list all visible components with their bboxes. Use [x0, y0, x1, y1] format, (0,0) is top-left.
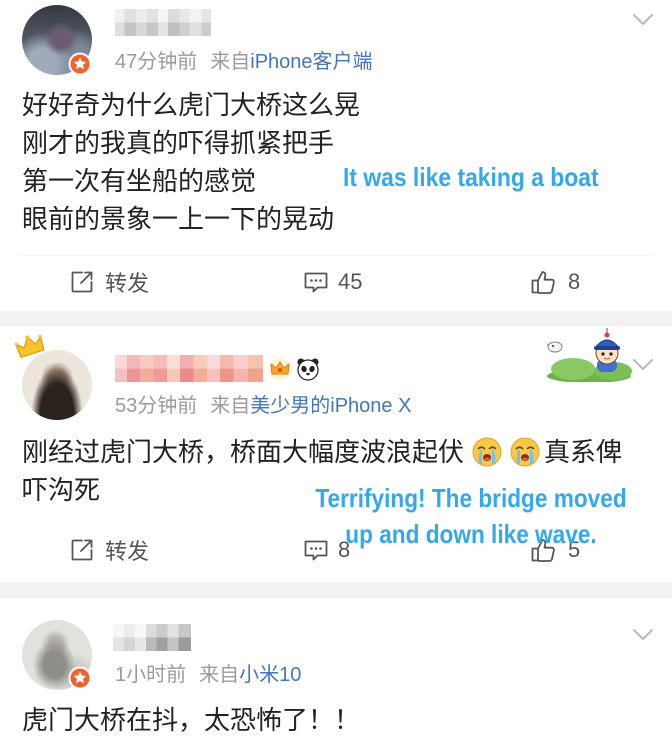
body-line: 刚才的我真的吓得抓紧把手 — [22, 128, 335, 158]
source-link[interactable]: 小米10 — [239, 664, 301, 686]
post-meta: 1小时前 来自小米10 — [115, 662, 301, 688]
avatar[interactable] — [22, 350, 92, 420]
repost-button[interactable]: 转发 — [70, 262, 149, 302]
body-text: 刚经过虎门大桥，桥面大幅度波浪起伏 — [22, 437, 465, 467]
chevron-down-icon[interactable] — [632, 13, 654, 27]
repost-label: 转发 — [105, 271, 150, 296]
post-separator — [0, 311, 672, 326]
post-time: 53分钟前 — [115, 395, 198, 417]
post-time: 47分钟前 — [115, 51, 198, 73]
post-meta: 53分钟前 来自美少男的iPhone X — [115, 393, 411, 419]
comment-icon — [303, 270, 329, 294]
body-line: 好好奇为什么虎门大桥这么晃 — [22, 90, 361, 120]
post-body: 虎门大桥在抖，太恐怖了！！ — [22, 701, 360, 739]
comment-post: 53分钟前 来自美少男的iPhone X 刚经过虎门大桥，桥面大幅度波浪起伏 真系… — [0, 326, 672, 582]
body-line: 第一次有坐船的感觉 — [22, 166, 257, 196]
share-icon — [70, 538, 94, 562]
username-blurred[interactable] — [115, 9, 211, 36]
verified-badge-icon — [68, 52, 92, 76]
body-line: 刚经过虎门大桥，桥面大幅度波浪起伏 真系俾 — [22, 433, 622, 471]
thumbs-up-icon — [530, 269, 556, 295]
source-prefix: 来自 — [199, 664, 240, 686]
comment-count: 45 — [338, 269, 363, 294]
cartoon-character-sticker — [545, 326, 633, 382]
comment-feed: 47分钟前 来自iPhone客户端 好好奇为什么虎门大桥这么晃 刚才的我真的吓得抓… — [0, 0, 672, 747]
source-link[interactable]: iPhone客户端 — [250, 51, 372, 73]
translation-caption: It was like taking a boat — [343, 162, 599, 192]
comment-button[interactable]: 45 — [303, 262, 362, 302]
caption-line: Terrifying! The bridge moved — [315, 483, 627, 513]
repost-label: 转发 — [105, 539, 150, 564]
source-prefix: 来自 — [210, 395, 251, 417]
post-time: 1小时前 — [115, 664, 187, 686]
divider — [22, 255, 650, 256]
caption-line: up and down like wave. — [345, 519, 597, 549]
translation-caption: Terrifying! The bridge moved up and down… — [305, 480, 637, 552]
source-prefix: 来自 — [210, 51, 251, 73]
panda-icon — [296, 357, 320, 381]
body-line: 虎门大桥在抖，太恐怖了！！ — [22, 705, 361, 735]
caption-line: It was like taking a boat — [343, 162, 599, 192]
body-line: 眼前的景象一上一下的晃动 — [22, 204, 335, 234]
chevron-down-icon[interactable] — [632, 358, 654, 372]
like-count: 8 — [568, 269, 581, 294]
loudly-crying-emoji-icon — [510, 437, 540, 467]
verified-badge-icon — [68, 666, 92, 690]
chevron-down-icon[interactable] — [632, 628, 654, 642]
username-blurred[interactable] — [115, 355, 263, 382]
username-blurred[interactable] — [113, 624, 191, 651]
share-icon — [70, 270, 94, 294]
repost-button[interactable]: 转发 — [70, 530, 149, 570]
comment-post: 1小时前 来自小米10 虎门大桥在抖，太恐怖了！！ — [0, 598, 672, 747]
loudly-crying-emoji-icon — [472, 437, 502, 467]
source-link[interactable]: 美少男的iPhone X — [250, 395, 411, 417]
crown-badge-icon — [268, 357, 292, 381]
like-button[interactable]: 8 — [530, 262, 580, 302]
action-bar: 转发 45 8 — [0, 262, 672, 302]
post-separator — [0, 582, 672, 598]
post-body: 好好奇为什么虎门大桥这么晃 刚才的我真的吓得抓紧把手 第一次有坐船的感觉 眼前的… — [22, 86, 360, 238]
comment-post: 47分钟前 来自iPhone客户端 好好奇为什么虎门大桥这么晃 刚才的我真的吓得抓… — [0, 0, 672, 311]
post-meta: 47分钟前 来自iPhone客户端 — [115, 49, 373, 75]
body-text: 真系俾 — [544, 437, 623, 467]
